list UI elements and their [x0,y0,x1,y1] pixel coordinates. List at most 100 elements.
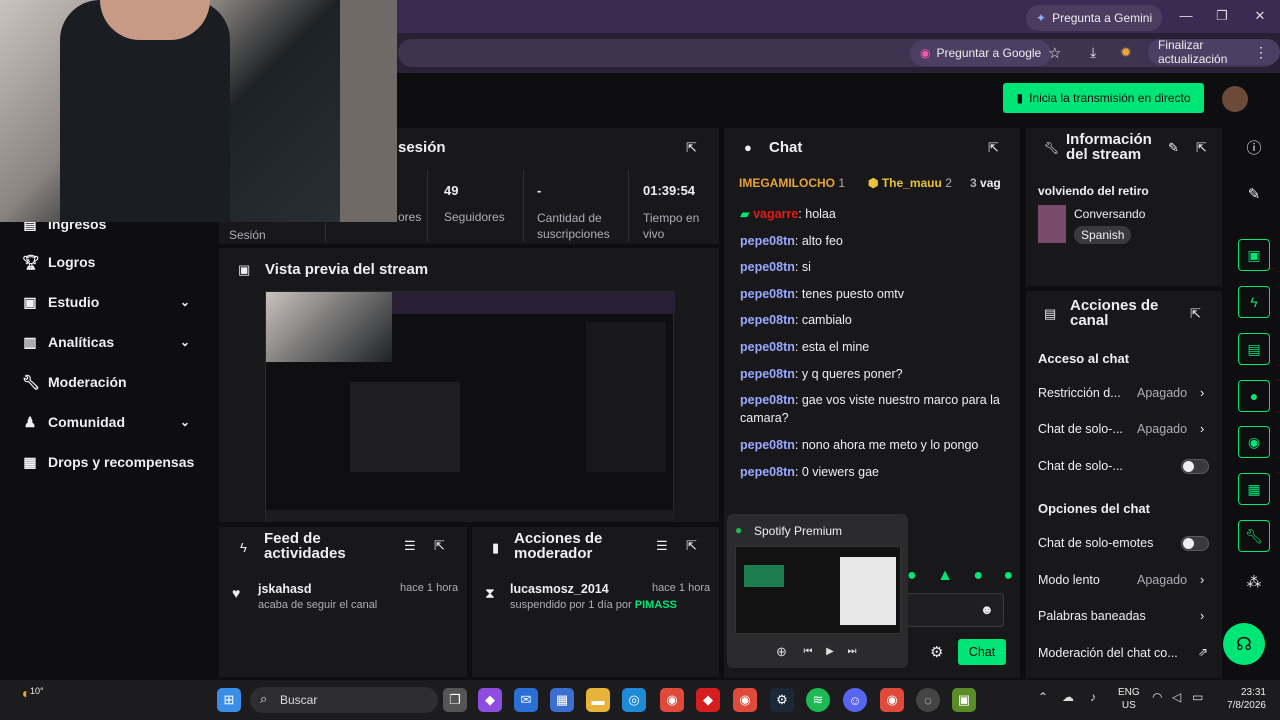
category-name[interactable]: Conversando [1074,207,1145,221]
language-tag[interactable]: Spanish [1074,226,1132,244]
sidebar-item-comunidad[interactable]: ♟ Comunidad ⌄ [22,412,222,432]
previous-track-icon[interactable]: ⏮ [799,643,817,661]
popout-icon[interactable]: ⇱ [434,538,445,554]
chat-username[interactable]: pepe08tn [740,260,795,274]
chrome-icon[interactable]: ◉ [733,688,757,712]
battery-icon[interactable]: ▭ [1192,690,1203,704]
maximize-button[interactable]: ❐ [1212,8,1232,26]
chevron-up-icon[interactable]: ⌃ [1038,690,1048,704]
top-chatter-name[interactable]: The_mauu [882,176,942,190]
spotify-thumbnail[interactable] [735,546,901,634]
input-language[interactable]: ENG US [1118,686,1140,712]
top-chatter-name[interactable]: vag [980,176,1001,190]
mail-icon[interactable]: ✉ [514,688,538,712]
chat-username[interactable]: pepe08tn [740,313,795,327]
help-headset-icon[interactable]: ☊ [1223,623,1265,665]
emoji-icon[interactable]: ☻ [980,602,994,617]
sidebar-item-moderacion[interactable]: 🔧︎ Moderación [22,372,127,392]
setting-banned-words[interactable]: Palabras baneadas [1038,609,1146,623]
avatar[interactable] [1222,86,1248,112]
stream-preview-video[interactable] [265,291,675,522]
layout-icon[interactable]: ▦ [1238,473,1270,505]
download-icon[interactable]: ⤓ [1090,44,1096,61]
steam-icon[interactable]: ⚙ [770,688,794,712]
chevron-right-icon[interactable]: › [1200,608,1204,623]
task-view-icon[interactable]: ❐ [443,688,467,712]
followers-only-toggle[interactable] [1181,459,1209,474]
address-bar[interactable] [398,39,1278,67]
copilot-icon[interactable]: ◆ [478,688,502,712]
edit-pencil-icon[interactable]: ✎ [1238,178,1270,210]
minecraft-icon[interactable]: ▣ [952,688,976,712]
mod-action-user[interactable]: lucasmosz_2014 [510,582,609,596]
star-icon[interactable]: ☆ [1048,44,1061,62]
wrench-icon[interactable]: 🔧︎ [1238,520,1270,552]
spotify-taskbar-icon[interactable]: ≋ [806,688,830,712]
clip-icon[interactable]: ▣ [1238,239,1270,271]
app-icon[interactable]: ◌ [916,688,940,712]
next-track-icon[interactable]: ⏭ [843,643,861,661]
chrome-icon[interactable]: ◉ [880,688,904,712]
filter-icon[interactable]: ☰ [656,538,668,554]
chat-username[interactable]: pepe08tn [740,393,795,407]
chat-username[interactable]: pepe08tn [740,287,795,301]
popout-icon[interactable]: ⇱ [1196,140,1207,156]
top-chatter-name[interactable]: IMEGAMILOCHO [739,176,835,190]
chrome-icon[interactable]: ◉ [660,688,684,712]
mod-action-by[interactable]: PIMASS [635,599,677,611]
chat-send-button[interactable]: Chat [958,639,1006,665]
share-icon[interactable]: ⁂ [1238,566,1270,598]
go-live-button[interactable]: ▮ Inicia la transmisión en directo [1003,83,1204,113]
close-window-button[interactable]: ✕ [1250,8,1270,26]
popout-icon[interactable]: ⇱ [686,140,697,156]
microphone-icon[interactable]: ♪ [1090,690,1096,704]
edit-pencil-icon[interactable]: ✎ [1168,140,1179,156]
chevron-right-icon[interactable]: › [1200,385,1204,400]
add-icon[interactable]: ⊕ [776,644,787,660]
bolt-icon[interactable]: ϟ [1238,286,1270,318]
gemini-button[interactable]: ✦ Pregunta a Gemini [1026,5,1163,31]
setting-restriction[interactable]: Restricción d... [1038,386,1121,400]
chevron-right-icon[interactable]: › [1200,421,1204,436]
emote-only-toggle[interactable] [1181,536,1209,551]
sidebar-item-estudio[interactable]: ▣ Estudio ⌄ [22,292,222,312]
taskbar-search[interactable] [250,687,438,713]
popout-icon[interactable]: ⇱ [686,538,697,554]
info-icon[interactable]: ⓘ [1238,131,1270,163]
edge-icon[interactable]: ◎ [622,688,646,712]
broadcast-icon[interactable]: ◉ [1238,426,1270,458]
clock[interactable]: 23:31 7/8/2026 [1222,686,1266,712]
feed-user[interactable]: jskahasd [258,582,312,596]
setting-slow-mode[interactable]: Modo lento [1038,573,1100,587]
chat-bubble-icon[interactable]: ● [1238,380,1270,412]
chat-username[interactable]: pepe08tn [740,367,795,381]
extension-icon[interactable]: ✹ [1120,44,1132,61]
chat-username[interactable]: pepe08tn [740,465,795,479]
gear-icon[interactable]: ⚙ [930,643,943,661]
discord-icon[interactable]: ☺ [843,688,867,712]
folder-icon[interactable]: ▬ [586,688,610,712]
chat-username[interactable]: vagarre [753,207,798,221]
wifi-icon[interactable]: ◠ [1152,690,1162,704]
minimize-button[interactable]: — [1176,8,1196,26]
chevron-right-icon[interactable]: › [1200,572,1204,587]
setting-subs-only[interactable]: Chat de solo-... [1038,422,1123,436]
filter-icon[interactable]: ☰ [404,538,416,554]
ask-google-button[interactable]: ◉ Preguntar a Google [910,40,1052,66]
chat-username[interactable]: pepe08tn [740,438,795,452]
chat-username[interactable]: pepe08tn [740,340,795,354]
notes-icon[interactable]: ▤ [1238,333,1270,365]
volume-icon[interactable]: ◁ [1172,690,1181,704]
play-icon[interactable]: ▶ [821,643,839,661]
external-link-icon[interactable]: ⇗ [1198,645,1208,659]
sidebar-item-analiticas[interactable]: ▥ Analíticas ⌄ [22,332,222,352]
chat-username[interactable]: pepe08tn [740,234,795,248]
app-red-icon[interactable]: ◆ [696,688,720,712]
category-box-art[interactable] [1038,205,1066,243]
sidebar-item-logros[interactable]: 🏆︎ Logros [22,252,95,272]
popout-icon[interactable]: ⇱ [988,140,999,156]
windows-start-icon[interactable]: ⊞ [217,688,241,712]
popout-icon[interactable]: ⇱ [1190,306,1201,322]
setting-automod[interactable]: Moderación del chat co... [1038,646,1178,660]
sidebar-item-drops[interactable]: ▦ Drops y recompensas [22,452,194,472]
